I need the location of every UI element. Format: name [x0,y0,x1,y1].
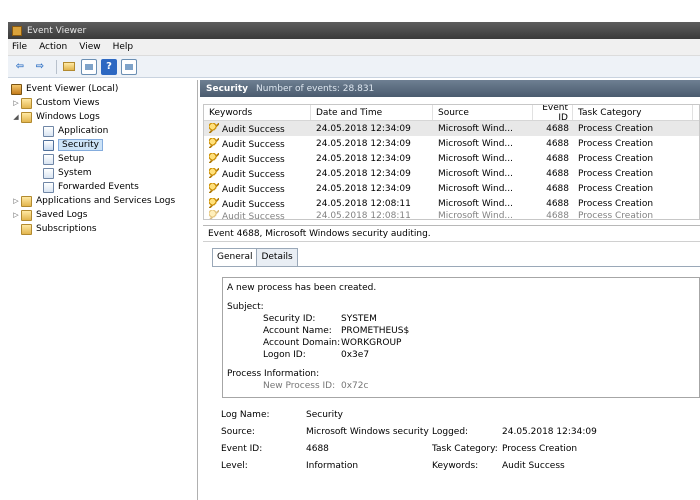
level-label: Level: [221,460,248,471]
table-row[interactable]: Audit Success 24.05.2018 12:34:09 Micros… [204,136,699,151]
key-icon [209,182,219,193]
event-viewer-icon [11,83,22,95]
show-hide-tree-icon[interactable] [81,58,97,75]
event-viewer-icon [12,25,22,36]
table-row[interactable]: Audit Success 24.05.2018 12:08:11 Micros… [204,209,699,219]
property-row: Level: Information Keywords: Audit Succe… [221,457,700,474]
source-label: Source: [221,426,255,437]
task-category-value: Process Creation [502,443,578,454]
window-title: Event Viewer [27,25,87,36]
event-message-box[interactable]: A new process has been created. Subject:… [222,277,700,398]
tree-apps-services[interactable]: ▷ Applications and Services Logs [8,194,197,208]
detail-tabs: General Details [212,248,298,267]
table-row[interactable]: Audit Success 24.05.2018 12:34:09 Micros… [204,181,699,196]
tree-custom-views[interactable]: ▷ Custom Views [8,96,197,110]
expand-arrow-icon[interactable]: ▷ [11,211,21,219]
log-icon [43,181,54,193]
collapse-arrow-icon[interactable]: ◢ [11,113,21,121]
key-icon [209,122,219,133]
column-task-category[interactable]: Task Category [573,105,693,120]
event-properties: Log Name: Security Source: Microsoft Win… [221,406,700,474]
tree-log-security[interactable]: Security [8,138,197,152]
log-name-value: Security [306,409,343,420]
tree-log-forwarded[interactable]: Forwarded Events [8,180,197,194]
event-id-label: Event ID: [221,443,263,454]
table-row[interactable]: Audit Success 24.05.2018 12:34:09 Micros… [204,166,699,181]
property-row: Event ID: 4688 Task Category: Process Cr… [221,440,700,457]
key-icon [209,197,219,208]
tree-root[interactable]: Event Viewer (Local) [8,82,197,96]
tree-log-application[interactable]: Application [8,124,197,138]
message-line: A new process has been created. [227,283,377,293]
subject-label: Subject: [227,302,264,312]
help-icon[interactable]: ? [101,58,117,75]
log-title: Security [206,83,249,94]
tree-log-system[interactable]: System [8,166,197,180]
log-icon [43,125,54,137]
task-category-label: Task Category: [432,443,498,454]
field-row: New Process ID: 0x72c [263,381,369,391]
tree-saved-logs[interactable]: ▷ Saved Logs [8,208,197,222]
menu-help[interactable]: Help [113,42,134,52]
logged-value: 24.05.2018 12:34:09 [502,426,597,437]
navigation-tree: Event Viewer (Local) ▷ Custom Views ◢ Wi… [8,80,198,500]
folder-icon [21,97,32,109]
field-row: Security ID: SYSTEM [263,314,377,324]
column-keywords[interactable]: Keywords [204,105,311,120]
tree-log-setup[interactable]: Setup [8,152,197,166]
process-info-label: Process Information: [227,369,320,379]
expand-arrow-icon[interactable]: ▷ [11,197,21,205]
log-icon [43,153,54,165]
menu-bar: File Action View Help [8,39,700,56]
toolbar-separator [56,59,57,74]
folder-icon [21,111,32,123]
column-event-id[interactable]: Event ID [533,105,573,123]
events-table: Keywords Date and Time Source Event ID T… [203,104,700,220]
column-date-time[interactable]: Date and Time [311,105,433,120]
property-row: Source: Microsoft Windows security Logge… [221,423,700,440]
folder-up-icon[interactable] [61,59,77,75]
back-arrow-icon[interactable]: ⇦ [12,59,28,75]
tree-windows-logs[interactable]: ◢ Windows Logs [8,110,197,124]
table-row[interactable]: Audit Success 24.05.2018 12:34:09 Micros… [204,121,699,136]
log-header: Security Number of events: 28.831 [200,80,700,97]
menu-action[interactable]: Action [39,42,67,52]
key-icon [209,152,219,163]
keywords-value: Audit Success [502,460,565,471]
expand-arrow-icon[interactable]: ▷ [11,99,21,107]
toolbar: ⇦ ⇨ ? [8,56,700,78]
log-name-label: Log Name: [221,409,270,420]
tab-general[interactable]: General [212,248,258,267]
event-detail-title: Event 4688, Microsoft Windows security a… [203,225,700,242]
event-count: Number of events: 28.831 [256,83,375,94]
log-icon [43,139,54,151]
table-header: Keywords Date and Time Source Event ID T… [204,105,699,123]
folder-icon [21,195,32,207]
keywords-label: Keywords: [432,460,479,471]
tab-details[interactable]: Details [256,248,298,266]
folder-icon [21,209,32,221]
column-source[interactable]: Source [433,105,533,120]
property-row: Log Name: Security [221,406,700,423]
level-value: Information [306,460,359,471]
field-row: Account Name: PROMETHEUS$ [263,326,410,336]
key-icon [209,209,219,219]
forward-arrow-icon[interactable]: ⇨ [32,59,48,75]
source-value: Microsoft Windows security [306,426,429,437]
field-row: Account Domain: WORKGROUP [263,338,402,348]
field-row: Logon ID: 0x3e7 [263,350,370,360]
event-id-value: 4688 [306,443,329,454]
logged-label: Logged: [432,426,469,437]
table-row[interactable]: Audit Success 24.05.2018 12:34:09 Micros… [204,151,699,166]
log-icon [43,167,54,179]
menu-file[interactable]: File [12,42,27,52]
key-icon [209,167,219,178]
key-icon [209,137,219,148]
tree-subscriptions[interactable]: Subscriptions [8,222,197,236]
subscriptions-icon [21,223,32,235]
title-bar: Event Viewer [8,22,700,39]
action-pane-icon[interactable] [121,58,137,75]
menu-view[interactable]: View [79,42,100,52]
